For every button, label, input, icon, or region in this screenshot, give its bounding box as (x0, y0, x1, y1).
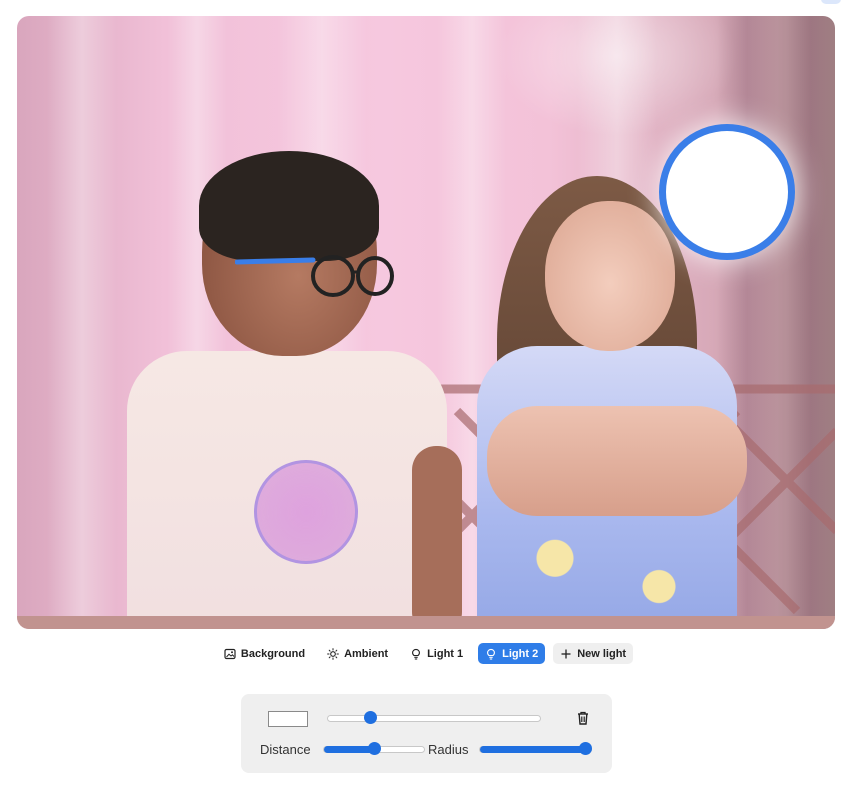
corner-chip (821, 0, 841, 4)
radius-slider-knob[interactable] (579, 742, 593, 755)
boy-hair (199, 151, 379, 261)
light-1-handle[interactable] (254, 460, 358, 564)
tab-label: New light (577, 647, 627, 660)
lightbulb-icon (487, 648, 496, 660)
girl-head (545, 201, 675, 351)
page: Background Ambient Light 1 Light 2 New l… (0, 0, 850, 789)
light-2-handle[interactable] (659, 124, 795, 260)
color-slider[interactable] (327, 711, 541, 724)
trash-icon[interactable] (575, 710, 591, 726)
color-swatch[interactable] (268, 711, 308, 727)
color-slider-knob[interactable] (364, 711, 378, 724)
bench (17, 616, 835, 629)
distance-label: Distance (260, 742, 311, 757)
boy-arm (412, 446, 462, 629)
tab-label: Light 2 (502, 647, 539, 660)
distance-slider-fill (324, 746, 374, 753)
glasses (235, 255, 394, 297)
new-light-button[interactable]: New light (553, 643, 634, 664)
tab-label: Ambient (344, 647, 389, 660)
distance-slider-knob[interactable] (368, 742, 381, 755)
distance-slider[interactable] (323, 742, 425, 755)
radius-label: Radius (428, 742, 469, 757)
image-icon (224, 648, 236, 659)
tab-light-2[interactable]: Light 2 (478, 643, 546, 664)
tab-light-1[interactable]: Light 1 (403, 643, 470, 664)
light-settings-panel: Distance Radius (241, 694, 612, 773)
tab-ambient[interactable]: Ambient (320, 643, 395, 664)
radius-slider-fill (480, 746, 586, 753)
photo-canvas[interactable] (17, 16, 835, 629)
sun-icon (327, 647, 339, 660)
light-tabs: Background Ambient Light 1 Light 2 New l… (0, 643, 850, 664)
lightbulb-icon (412, 648, 421, 660)
tab-label: Background (240, 647, 306, 660)
radius-slider[interactable] (479, 742, 593, 755)
plus-icon (561, 649, 571, 658)
tab-label: Light 1 (427, 647, 464, 660)
curtain-fold (47, 16, 117, 629)
tab-background[interactable]: Background (217, 643, 312, 664)
girl-arms (487, 406, 747, 516)
